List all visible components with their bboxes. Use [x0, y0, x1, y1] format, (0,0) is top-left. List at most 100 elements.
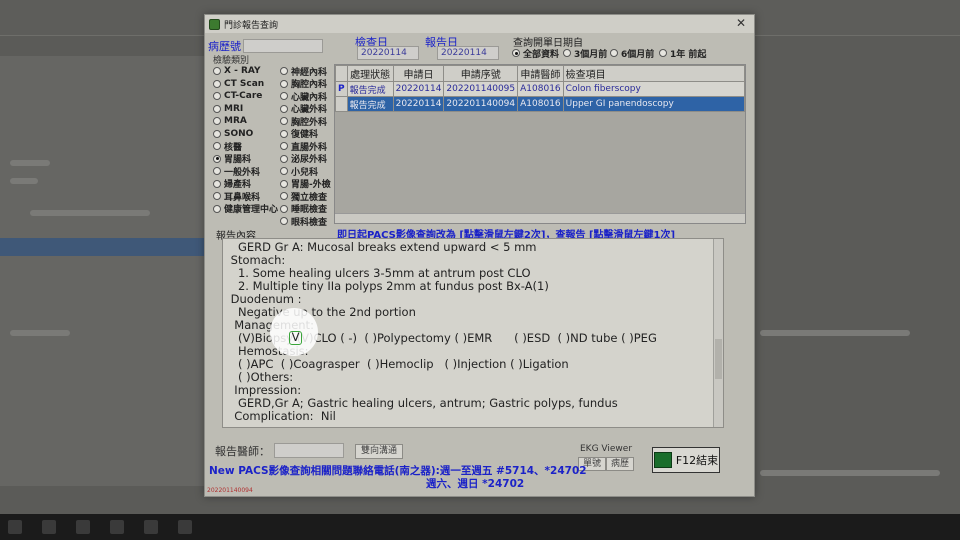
radio-icon	[280, 67, 288, 75]
radio-icon	[280, 204, 288, 213]
cell-status: 報告完成	[346, 96, 394, 112]
exam-category-option[interactable]: 眼科檢查	[280, 215, 327, 228]
reporter-field[interactable]	[274, 443, 344, 458]
radio-icon	[280, 167, 288, 175]
exam-date-field[interactable]: 20220114	[357, 46, 419, 60]
background-blur-text	[10, 330, 70, 336]
cell-doctor: A108016	[517, 96, 564, 112]
radio-icon	[213, 92, 221, 100]
cell-item: Upper GI panendoscopy	[562, 96, 746, 112]
exam-category-option[interactable]: 胸腔外科	[280, 115, 327, 128]
exam-category-option[interactable]: 胃腸科	[213, 153, 251, 165]
exam-category-option[interactable]: 耳鼻喉科	[213, 190, 260, 203]
background-blur-text	[10, 160, 50, 166]
radio-icon	[280, 129, 288, 138]
radio-icon	[213, 167, 221, 175]
background-panel	[0, 56, 205, 486]
exam-category-option[interactable]: 心臟外科	[280, 103, 327, 115]
exam-category-option[interactable]: 胃腸-外檢	[280, 178, 331, 190]
serial-footer-text: 202201140094	[207, 487, 253, 494]
app-icon	[209, 18, 220, 30]
exam-category-option[interactable]: 胸腔內科	[280, 78, 327, 90]
radio-icon	[280, 192, 288, 200]
radio-icon	[610, 49, 618, 57]
column-header[interactable]: 申請序號	[443, 65, 519, 82]
radio-icon	[280, 92, 288, 100]
radio-icon	[512, 49, 520, 57]
order-grid: 處理狀態 申請日 申請序號 申請醫師 檢查項目 P 報告完成 20220114 …	[334, 64, 746, 224]
radio-icon	[213, 154, 221, 163]
exam-category-option[interactable]: CT-Care	[213, 90, 262, 102]
query-range-all[interactable]: 全部資料	[512, 47, 559, 60]
taskbar-app-icon[interactable]	[42, 520, 56, 534]
pacs-contact-line2: 週六、週日 *24702	[426, 478, 525, 490]
taskbar-app-icon[interactable]	[144, 520, 158, 534]
query-range-6m[interactable]: 6個月前	[610, 47, 654, 60]
exam-category-option[interactable]: 婦產科	[213, 178, 251, 190]
cell-status: 報告完成	[346, 81, 394, 97]
radio-icon	[213, 67, 221, 75]
v-check-mark: V	[289, 331, 302, 345]
exam-category-option[interactable]: MRI	[213, 103, 243, 115]
taskbar-app-icon[interactable]	[76, 520, 90, 534]
column-header[interactable]: 申請日	[392, 65, 445, 82]
vertical-scrollbar[interactable]	[713, 239, 723, 427]
exam-category-option[interactable]: SONO	[213, 128, 253, 140]
background-blur-text	[30, 210, 150, 216]
f12-exit-button[interactable]: F12結束	[652, 447, 720, 473]
radio-icon	[280, 79, 288, 88]
window-title: 門診報告查詢	[224, 20, 279, 31]
radio-icon	[280, 154, 288, 163]
exam-category-option[interactable]: 復健科	[280, 128, 318, 140]
two-way-comm-button[interactable]: 雙向溝通	[355, 444, 403, 459]
exam-category-option[interactable]: MRA	[213, 115, 247, 127]
exam-category-option[interactable]: 神經內科	[280, 65, 327, 78]
patient-id-field[interactable]	[243, 39, 323, 53]
cell-serial: 202201140095	[443, 81, 519, 97]
query-range-1y[interactable]: 1年 前起	[659, 47, 706, 60]
radio-icon	[280, 142, 288, 150]
background-blur-text	[760, 330, 910, 336]
row-indicator: P	[335, 81, 348, 97]
row-indicator	[335, 96, 348, 112]
query-range-3m[interactable]: 3個月前	[563, 47, 607, 60]
ekg-viewer-label: EKG Viewer	[580, 444, 633, 454]
report-line: Complication: Nil	[227, 409, 336, 423]
exam-category-option[interactable]: 核醫	[213, 140, 242, 153]
exam-category-option[interactable]: 心臟內科	[280, 90, 327, 103]
scroll-thumb[interactable]	[715, 339, 722, 379]
radio-icon	[213, 129, 221, 138]
cell-date: 20220114	[392, 96, 445, 112]
column-header[interactable]: 檢查項目	[562, 65, 746, 82]
reporter-label: 報告醫師：	[215, 445, 270, 458]
exam-category-option[interactable]: 睡眠檢查	[280, 203, 327, 215]
exam-category-option[interactable]: 泌尿外科	[280, 153, 327, 165]
exam-category-option[interactable]: 健康管理中心	[213, 203, 278, 215]
report-date-field[interactable]: 20220114	[437, 46, 499, 60]
grid-corner	[335, 65, 348, 82]
radio-icon	[659, 49, 667, 57]
exam-category-option[interactable]: 直腸外科	[280, 140, 327, 153]
radio-icon	[280, 104, 288, 113]
table-row-selected[interactable]: 報告完成 20220114 202201140094 A108016 Upper…	[335, 96, 746, 112]
column-header[interactable]: 申請醫師	[517, 65, 564, 82]
patient-id-label: 病歷號	[208, 40, 241, 53]
taskbar-app-icon[interactable]	[110, 520, 124, 534]
taskbar-start-icon[interactable]	[8, 520, 22, 534]
taskbar-app-icon[interactable]	[178, 520, 192, 534]
exam-category-option[interactable]: 獨立檢查	[280, 190, 327, 203]
exam-category-option[interactable]: 小兒科	[280, 165, 318, 178]
table-row[interactable]: P 報告完成 20220114 202201140095 A108016 Col…	[335, 81, 746, 97]
radio-icon	[213, 192, 221, 200]
exam-category-option[interactable]: CT Scan	[213, 78, 264, 90]
column-header[interactable]: 處理狀態	[346, 65, 394, 82]
ekg-history-button[interactable]: 病歷	[606, 457, 634, 471]
background-blur-text	[10, 178, 38, 184]
radio-icon	[213, 204, 221, 213]
close-icon[interactable]: ✕	[736, 17, 746, 30]
radio-icon	[213, 104, 221, 113]
cell-serial: 202201140094	[443, 96, 519, 112]
exam-category-option[interactable]: 一般外科	[213, 165, 260, 178]
horizontal-scrollbar[interactable]	[335, 213, 745, 223]
exam-category-option[interactable]: X - RAY	[213, 65, 261, 77]
